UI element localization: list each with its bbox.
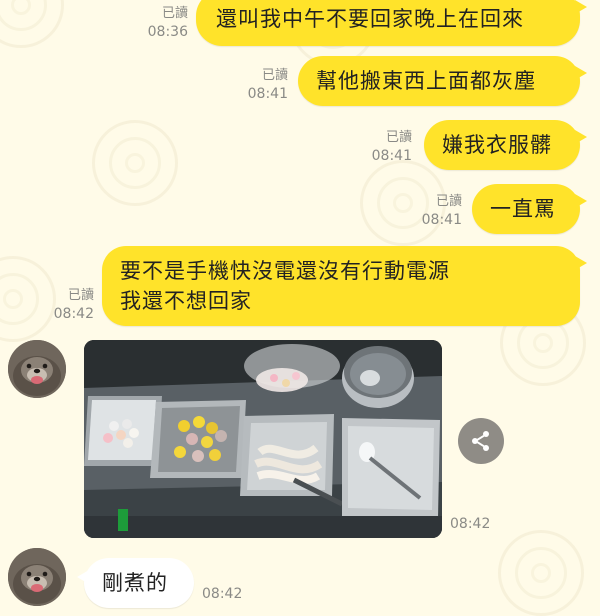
- message-time: 08:41: [371, 148, 412, 164]
- share-button[interactable]: [458, 418, 504, 464]
- background-pattern: [92, 120, 178, 206]
- message-time: 08:42: [53, 306, 94, 322]
- message-meta: 已讀 08:41: [404, 192, 462, 230]
- contact-avatar[interactable]: [8, 548, 66, 606]
- message-meta: 已讀 08:36: [130, 4, 188, 42]
- message-meta: 已讀 08:42: [36, 286, 94, 324]
- outgoing-message[interactable]: 要不是手機快沒電還沒有行動電源 我還不想回家: [102, 246, 587, 326]
- message-time: 08:41: [421, 212, 462, 228]
- background-pattern: [0, 0, 64, 48]
- read-receipt: 已讀: [385, 130, 412, 145]
- otter-avatar: [8, 340, 66, 398]
- read-receipt: 已讀: [435, 194, 462, 209]
- read-receipt: 已讀: [67, 288, 94, 303]
- incoming-message[interactable]: 剛煮的: [77, 558, 194, 608]
- image-message[interactable]: [84, 340, 442, 538]
- message-meta: 已讀 08:41: [230, 66, 288, 104]
- otter-avatar: [8, 548, 66, 606]
- contact-avatar[interactable]: [8, 340, 66, 398]
- outgoing-message[interactable]: 幫他搬東西上面都灰塵: [298, 56, 587, 106]
- message-time: 08:42: [450, 516, 491, 532]
- outgoing-message[interactable]: 還叫我中午不要回家晚上在回來: [196, 0, 587, 46]
- background-pattern: [498, 530, 584, 616]
- message-time: 08:41: [247, 86, 288, 102]
- outgoing-message[interactable]: 一直罵: [472, 184, 587, 234]
- read-receipt: 已讀: [161, 6, 188, 21]
- share-icon: [472, 431, 489, 451]
- message-time: 08:36: [147, 24, 188, 40]
- outgoing-message[interactable]: 嫌我衣服髒: [424, 120, 587, 170]
- message-meta: 已讀 08:41: [354, 128, 412, 166]
- read-receipt: 已讀: [261, 68, 288, 83]
- food-prep-photo: [84, 340, 442, 538]
